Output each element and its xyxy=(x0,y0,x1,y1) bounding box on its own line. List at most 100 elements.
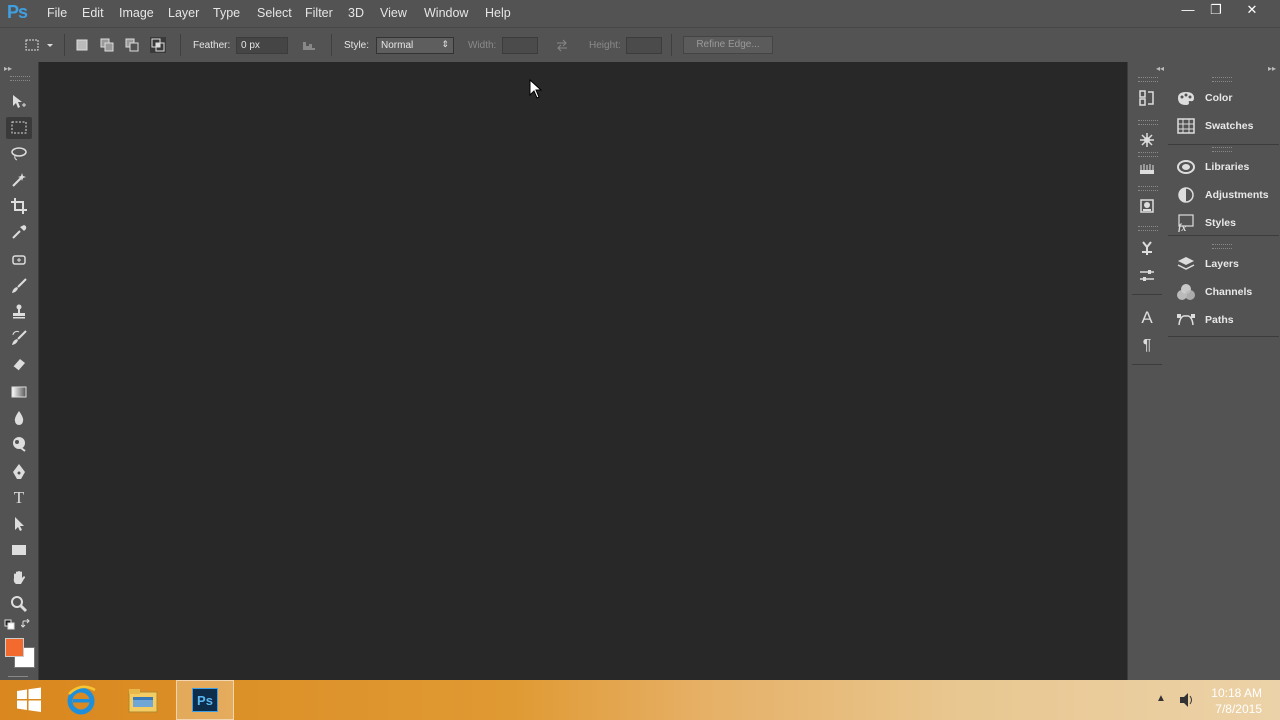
menu-layer[interactable]: Layer xyxy=(168,6,199,20)
strip-grip[interactable] xyxy=(1138,120,1158,125)
panel-color-label: Color xyxy=(1205,92,1233,104)
properties-panel-button[interactable] xyxy=(1137,130,1157,150)
photoshop-taskbar-button[interactable]: Ps xyxy=(176,680,234,720)
start-button[interactable] xyxy=(0,680,58,720)
strip-grip[interactable] xyxy=(1138,152,1158,157)
menu-bar: Ps File Edit Image Layer Type Select Fil… xyxy=(0,0,1280,27)
menu-file[interactable]: File xyxy=(47,6,67,20)
dodge-icon xyxy=(13,437,26,452)
width-label: Width: xyxy=(468,40,497,51)
add-to-selection-icon[interactable] xyxy=(99,37,115,53)
brush-tool[interactable] xyxy=(6,275,32,297)
clone-source-panel-button[interactable] xyxy=(1137,196,1157,216)
strip-grip[interactable] xyxy=(1138,77,1158,82)
internet-explorer-button[interactable] xyxy=(52,680,110,720)
adjustments-strip-button[interactable] xyxy=(1137,266,1157,286)
foreground-color-swatch[interactable] xyxy=(5,638,24,657)
tool-presets-panel-button[interactable] xyxy=(1137,238,1157,258)
panel-styles[interactable]: fx Styles xyxy=(1175,212,1279,234)
menu-window[interactable]: Window xyxy=(424,6,468,20)
height-input[interactable] xyxy=(626,37,662,54)
separator xyxy=(180,34,181,56)
menu-help[interactable]: Help xyxy=(485,6,511,20)
dodge-tool[interactable] xyxy=(6,433,32,455)
type-tool[interactable]: T xyxy=(6,487,32,509)
pen-tool[interactable] xyxy=(6,461,32,483)
hand-tool[interactable] xyxy=(6,567,32,589)
history-icon xyxy=(1139,90,1154,106)
strip-grip[interactable] xyxy=(1138,226,1158,231)
menu-edit[interactable]: Edit xyxy=(82,6,104,20)
path-selection-tool[interactable] xyxy=(6,513,32,535)
select-arrows-icon: ⇕ xyxy=(441,39,449,49)
volume-icon[interactable] xyxy=(1178,691,1196,709)
eraser-tool[interactable] xyxy=(6,353,32,375)
file-explorer-button[interactable] xyxy=(114,680,172,720)
restore-button[interactable]: ❐ xyxy=(1202,2,1230,20)
rect-marquee-preset-icon[interactable] xyxy=(24,37,40,53)
close-button[interactable]: ✕ xyxy=(1238,2,1266,20)
menu-image[interactable]: Image xyxy=(119,6,154,20)
menu-view[interactable]: View xyxy=(380,6,407,20)
panel-layers-label: Layers xyxy=(1205,258,1239,270)
collapse-panel-icon[interactable]: ▸▸ xyxy=(4,64,12,73)
rectangle-tool[interactable] xyxy=(6,539,32,561)
new-selection-icon[interactable] xyxy=(74,37,90,53)
photoshop-logo[interactable]: Ps xyxy=(7,2,28,23)
type-icon: T xyxy=(13,488,25,507)
preset-dropdown-icon[interactable] xyxy=(45,37,55,53)
zoom-tool[interactable] xyxy=(6,593,32,615)
channels-icon xyxy=(1175,283,1197,301)
expand-panel-icon[interactable]: ◂◂ xyxy=(1156,64,1164,73)
photoshop-icon: Ps xyxy=(192,688,218,712)
adjustments-icon xyxy=(1175,186,1197,204)
eyedropper-tool[interactable] xyxy=(6,221,32,243)
blur-tool[interactable] xyxy=(6,407,32,429)
panel-adjustments[interactable]: Adjustments xyxy=(1175,184,1279,206)
minimize-button[interactable]: — xyxy=(1174,2,1202,20)
menu-type[interactable]: Type xyxy=(213,6,240,20)
rectangular-marquee-tool[interactable] xyxy=(6,117,32,139)
width-input[interactable] xyxy=(502,37,538,54)
pen-icon xyxy=(13,464,25,479)
system-clock[interactable]: 10:18 AM 7/8/2015 xyxy=(1211,685,1262,717)
show-hidden-icons-icon[interactable]: ▲ xyxy=(1156,693,1166,704)
menu-3d[interactable]: 3D xyxy=(348,6,364,20)
clone-stamp-tool[interactable] xyxy=(6,301,32,323)
panel-channels[interactable]: Channels xyxy=(1175,281,1279,303)
swap-dimensions-icon[interactable] xyxy=(554,37,570,53)
paragraph-panel-button[interactable]: ¶ xyxy=(1137,336,1157,356)
history-brush-tool[interactable] xyxy=(6,327,32,349)
panel-swatches[interactable]: Swatches xyxy=(1175,115,1279,137)
magic-wand-tool[interactable] xyxy=(6,169,32,191)
panel-layers[interactable]: Layers xyxy=(1175,253,1279,275)
move-tool[interactable] xyxy=(6,91,32,113)
style-select[interactable]: Normal ⇕ xyxy=(376,37,454,54)
menu-filter[interactable]: Filter xyxy=(305,6,333,20)
refine-edge-button[interactable]: Refine Edge... xyxy=(683,36,773,54)
panel-paths[interactable]: Paths xyxy=(1175,309,1279,331)
feather-input[interactable]: 0 px xyxy=(236,37,288,54)
panel-color[interactable]: Color xyxy=(1175,87,1279,109)
panel-libraries[interactable]: Libraries xyxy=(1175,156,1279,178)
brush-presets-panel-button[interactable] xyxy=(1137,159,1157,179)
eraser-icon xyxy=(12,359,25,372)
intersect-selection-icon[interactable] xyxy=(150,37,166,53)
healing-brush-tool[interactable] xyxy=(6,249,32,271)
anti-alias-icon[interactable] xyxy=(301,37,317,53)
gradient-tool[interactable] xyxy=(6,381,32,403)
subtract-from-selection-icon[interactable] xyxy=(124,37,140,53)
collapse-dock-icon[interactable]: ▸▸ xyxy=(1268,64,1276,73)
character-panel-button[interactable]: A xyxy=(1137,308,1157,328)
separator xyxy=(64,34,65,56)
lasso-tool[interactable] xyxy=(6,143,32,165)
strip-grip[interactable] xyxy=(1138,186,1158,191)
default-colors-icon[interactable] xyxy=(4,619,15,630)
menu-select[interactable]: Select xyxy=(257,6,292,20)
history-panel-button[interactable] xyxy=(1137,88,1157,108)
crop-tool[interactable] xyxy=(6,195,32,217)
toolbar-grip[interactable] xyxy=(10,76,30,81)
swap-colors-icon[interactable] xyxy=(21,619,32,630)
document-canvas-area[interactable] xyxy=(39,62,1127,680)
options-bar: Feather: 0 px Style: Normal ⇕ Width: Hei… xyxy=(0,27,1280,63)
